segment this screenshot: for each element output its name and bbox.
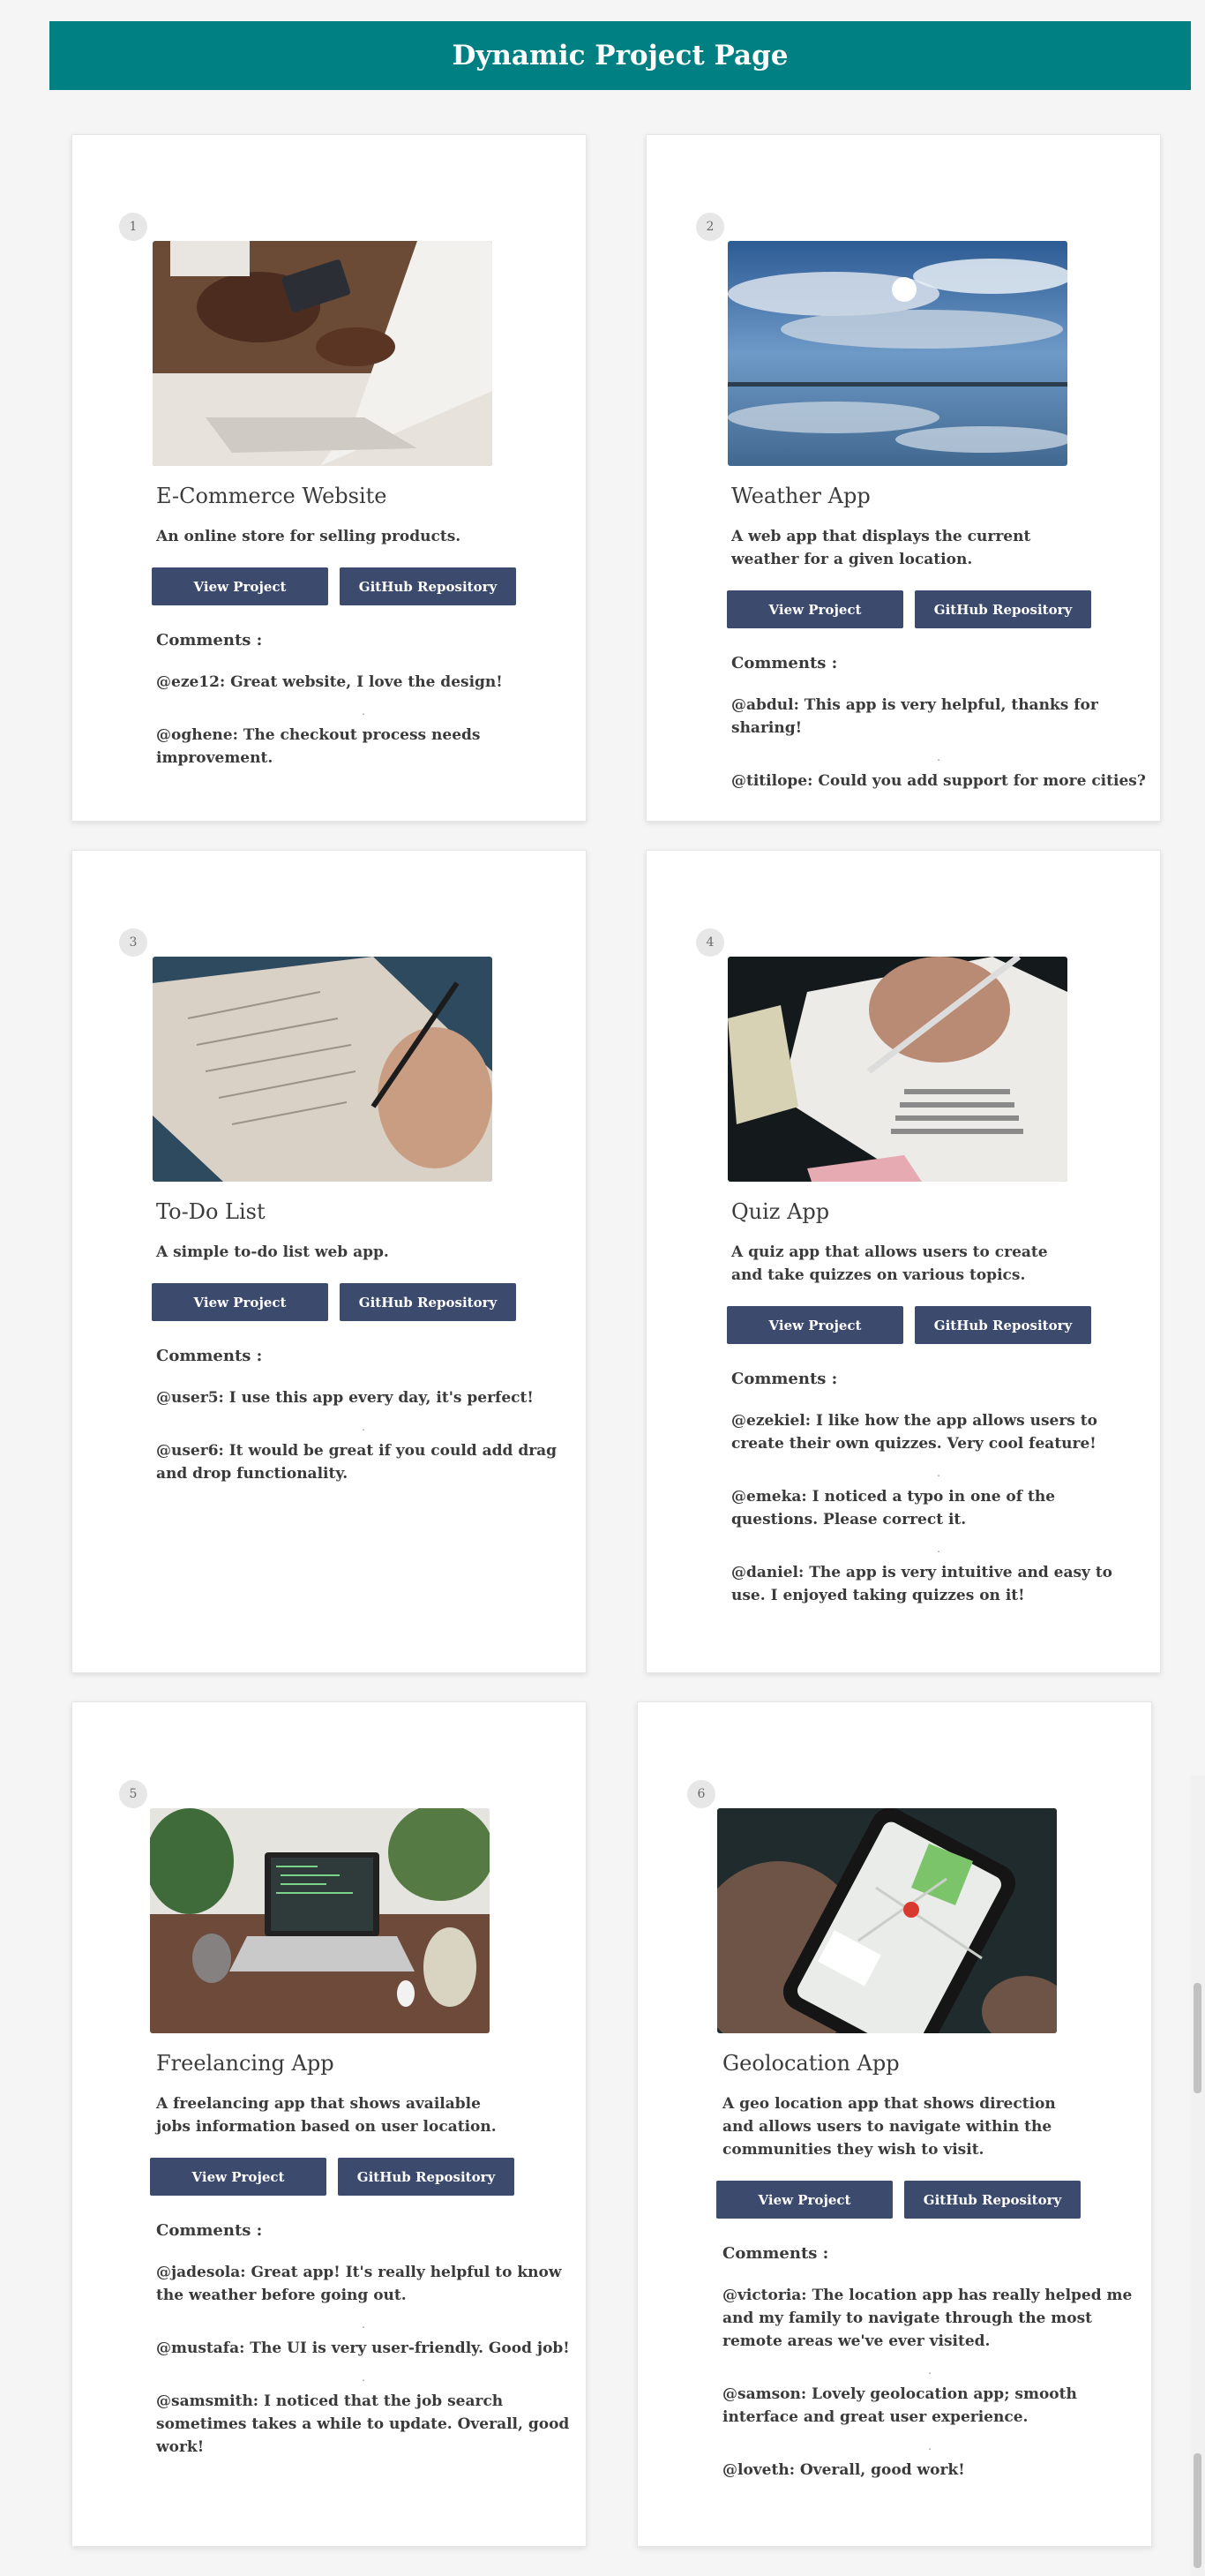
project-description: A web app that displays the current weat… (731, 528, 1031, 568)
comments-heading: Comments : (156, 631, 263, 650)
project-title: Quiz App (731, 1199, 830, 1224)
laptop-desk-plants-photo (150, 1808, 490, 2033)
phone-map-photo (717, 1808, 1057, 2033)
comment: @emeka: I noticed a typo in one of the q… (731, 1488, 1056, 1528)
comments-heading: Comments : (731, 654, 838, 672)
comment: @titilope: Could you add support for mor… (731, 772, 1146, 790)
project-title: Weather App (731, 484, 871, 508)
project-image (150, 1808, 490, 2033)
answer-sheet-pencil-photo (728, 957, 1067, 1182)
project-title: Geolocation App (722, 2051, 900, 2076)
sky-clouds-reflection-photo (728, 241, 1067, 466)
github-repository-button[interactable]: GitHub Repository (904, 2181, 1081, 2219)
project-number-badge: 1 (119, 213, 147, 241)
comment: @jadesola: Great app! It's really helpfu… (156, 2264, 562, 2304)
github-repository-button[interactable]: GitHub Repository (338, 2158, 514, 2196)
comment: @ezekiel: I like how the app allows user… (731, 1412, 1097, 1453)
github-repository-button[interactable]: GitHub Repository (340, 1283, 516, 1321)
view-project-button[interactable]: View Project (727, 1306, 903, 1344)
comment-separator: . (928, 2364, 932, 2377)
comment: @oghene: The checkout process needs impr… (156, 726, 481, 767)
scrollbar-thumb[interactable] (1194, 2453, 1201, 2568)
comment-separator: . (362, 1421, 365, 1433)
project-card: 2 Weather App A web app that displays th… (646, 134, 1161, 822)
project-number-badge: 6 (687, 1780, 715, 1808)
project-title: To-Do List (156, 1199, 266, 1224)
comment-separator: . (937, 751, 940, 763)
project-image (153, 241, 492, 466)
comment: @samson: Lovely geolocation app; smooth … (722, 2385, 1077, 2426)
project-number-badge: 2 (696, 213, 724, 241)
comment-separator: . (362, 2318, 365, 2331)
comment-separator: . (362, 2371, 365, 2384)
comment: @mustafa: The UI is very user-friendly. … (156, 2339, 570, 2357)
project-description: A geo location app that shows direction … (722, 2095, 1056, 2159)
laptop-credit-card-photo (153, 241, 492, 466)
page-title: Dynamic Project Page (452, 40, 789, 71)
project-title: E-Commerce Website (156, 484, 387, 508)
project-card: 5 Freelancing App A freelancing app that… (71, 1701, 587, 2547)
notebook-writing-photo (153, 957, 492, 1182)
project-card: 1 E-Commerce Website An online store for… (71, 134, 587, 822)
project-description: A simple to-do list web app. (156, 1243, 389, 1261)
comments-heading: Comments : (731, 1370, 838, 1388)
comment: @daniel: The app is very intuitive and e… (731, 1564, 1113, 1604)
view-project-button[interactable]: View Project (152, 1283, 328, 1321)
github-repository-button[interactable]: GitHub Repository (340, 567, 516, 605)
github-repository-button[interactable]: GitHub Repository (915, 1306, 1091, 1344)
project-title: Freelancing App (156, 2051, 334, 2076)
view-project-button[interactable]: View Project (716, 2181, 893, 2219)
project-number-badge: 4 (696, 928, 724, 957)
comments-heading: Comments : (722, 2244, 829, 2263)
view-project-button[interactable]: View Project (727, 590, 903, 628)
github-repository-button[interactable]: GitHub Repository (915, 590, 1091, 628)
project-description: A quiz app that allows users to create a… (731, 1243, 1048, 1284)
project-description: An online store for selling products. (156, 528, 461, 545)
project-number-badge: 5 (119, 1780, 147, 1808)
comment-separator: . (937, 1543, 940, 1555)
view-project-button[interactable]: View Project (150, 2158, 326, 2196)
project-card: 3 To-Do List A simple to-do list web app… (71, 850, 587, 1673)
comment-separator: . (362, 705, 365, 717)
comment: @user6: It would be great if you could a… (156, 1442, 558, 1483)
comment-separator: . (928, 2440, 932, 2452)
comment: @victoria: The location app has really h… (722, 2287, 1133, 2350)
project-description: A freelancing app that shows available j… (156, 2095, 497, 2136)
comment: @samsmith: I noticed that the job search… (156, 2392, 570, 2456)
project-card: 6 Geolocation App A geo location app tha… (637, 1701, 1152, 2547)
comment: @abdul: This app is very helpful, thanks… (731, 696, 1098, 737)
project-image (717, 1808, 1057, 2033)
project-card: 4 Quiz App A quiz app that allows users … (646, 850, 1161, 1673)
comment: @user5: I use this app every day, it's p… (156, 1389, 534, 1407)
comment: @loveth: Overall, good work! (722, 2461, 965, 2479)
comment-separator: . (937, 1467, 940, 1479)
comments-heading: Comments : (156, 1347, 263, 1365)
project-image (728, 957, 1067, 1182)
project-number-badge: 3 (119, 928, 147, 957)
comments-heading: Comments : (156, 2221, 263, 2240)
project-image (728, 241, 1067, 466)
scrollbar[interactable] (1190, 1776, 1205, 2576)
view-project-button[interactable]: View Project (152, 567, 328, 605)
comment: @eze12: Great website, I love the design… (156, 673, 503, 691)
project-image (153, 957, 492, 1182)
scrollbar-thumb[interactable] (1194, 1983, 1201, 2093)
page-header: Dynamic Project Page (49, 21, 1191, 90)
